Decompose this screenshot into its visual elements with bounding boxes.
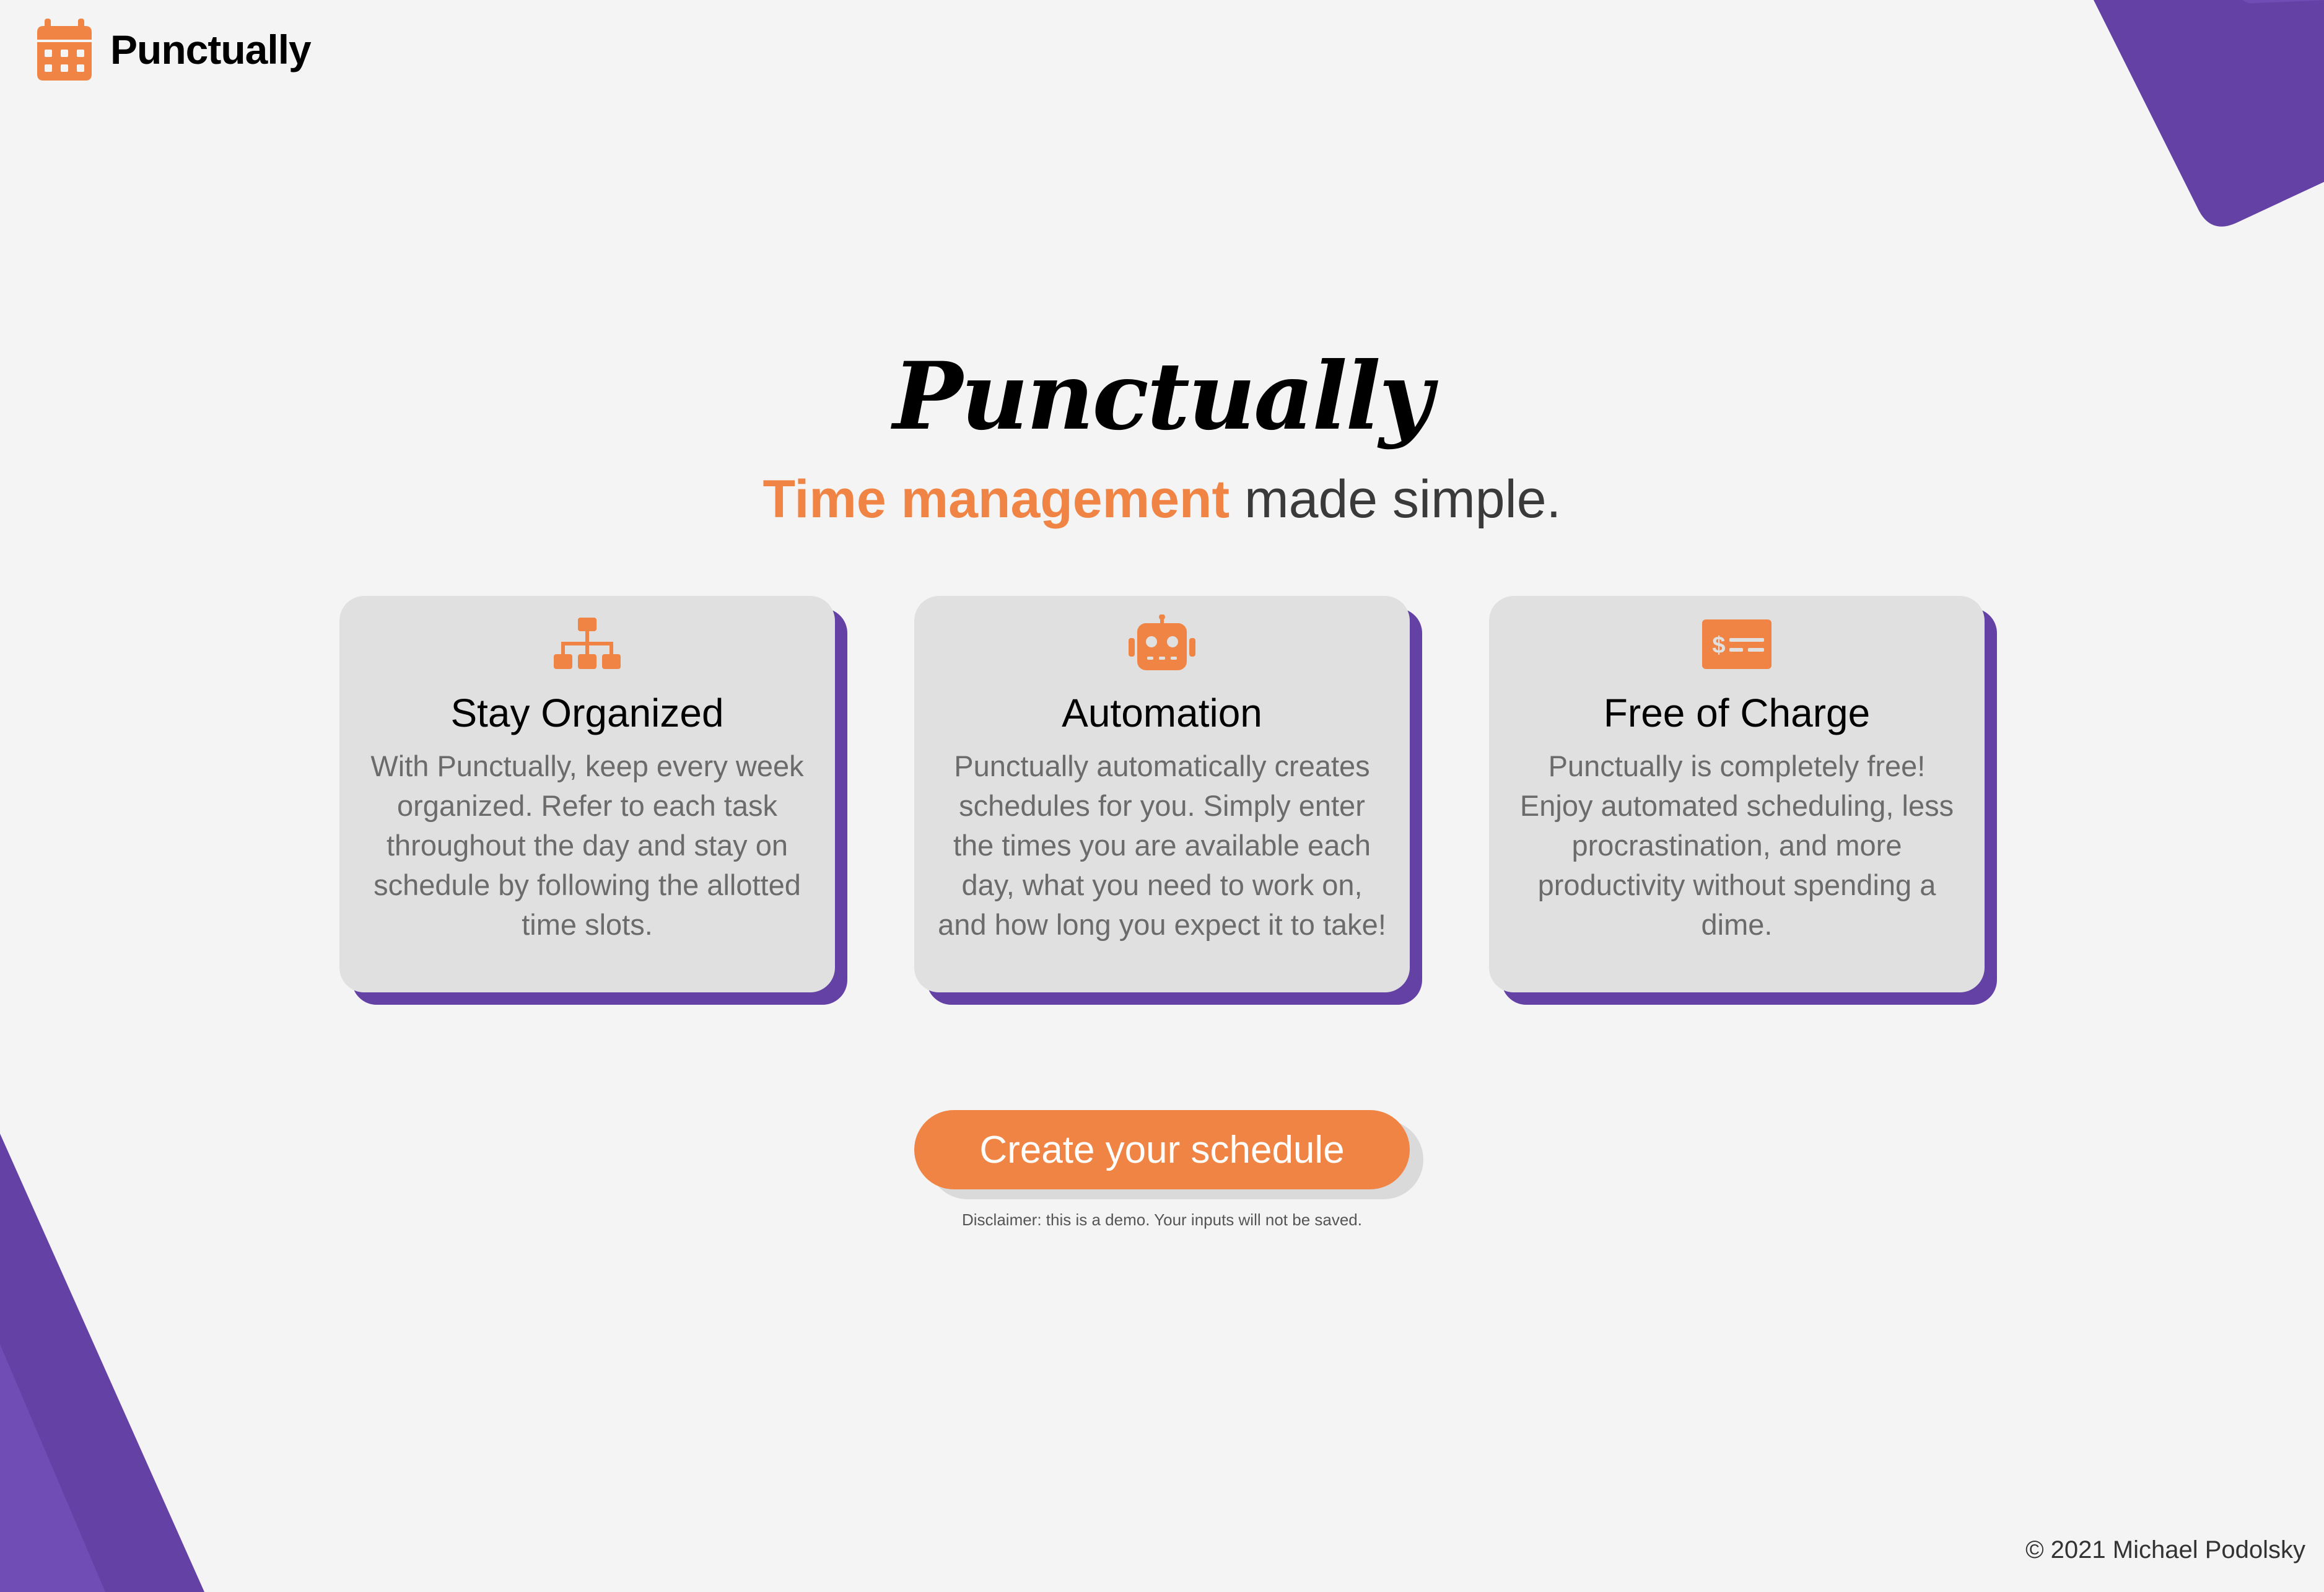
card-title: Free of Charge xyxy=(1603,691,1871,735)
tagline-accent: Time management xyxy=(762,470,1230,529)
card-description: With Punctually, keep every week organiz… xyxy=(370,750,804,942)
navbar-brand[interactable]: Punctually xyxy=(37,19,312,81)
hero-tagline: Time management made simple. xyxy=(0,468,2324,531)
card-title: Stay Organized xyxy=(450,691,724,735)
create-schedule-button[interactable]: Create your schedule xyxy=(914,1110,1410,1189)
tagline-rest: made simple. xyxy=(1230,470,1562,529)
robot-icon xyxy=(1129,614,1195,670)
card-description: Punctually is completely free! Enjoy aut… xyxy=(1519,750,1954,942)
money-check-icon: $ xyxy=(1702,619,1771,669)
footer-copyright: © 2021 Michael Podolsky xyxy=(2025,1536,2305,1564)
card-title: Automation xyxy=(1062,691,1262,735)
feature-card-free-of-charge: $ Free of Charge Punctually is completel… xyxy=(1489,596,1985,992)
decorative-shape-top-right xyxy=(2094,0,2324,227)
disclaimer-text: Disclaimer: this is a demo. Your inputs … xyxy=(962,1210,1362,1229)
calendar-icon xyxy=(37,19,92,81)
brand-name: Punctually xyxy=(110,27,312,72)
decorative-shape-bottom-left xyxy=(0,1134,204,1592)
hero-title: Punctually xyxy=(893,342,1433,451)
feature-card-stay-organized: Stay Organized With Punctually, keep eve… xyxy=(339,596,835,992)
sitemap-icon xyxy=(554,618,621,669)
svg-text:$: $ xyxy=(1712,632,1725,658)
feature-card-automation: Automation Punctually automatically crea… xyxy=(914,596,1410,992)
card-description: Punctually automatically creates schedul… xyxy=(938,750,1386,942)
